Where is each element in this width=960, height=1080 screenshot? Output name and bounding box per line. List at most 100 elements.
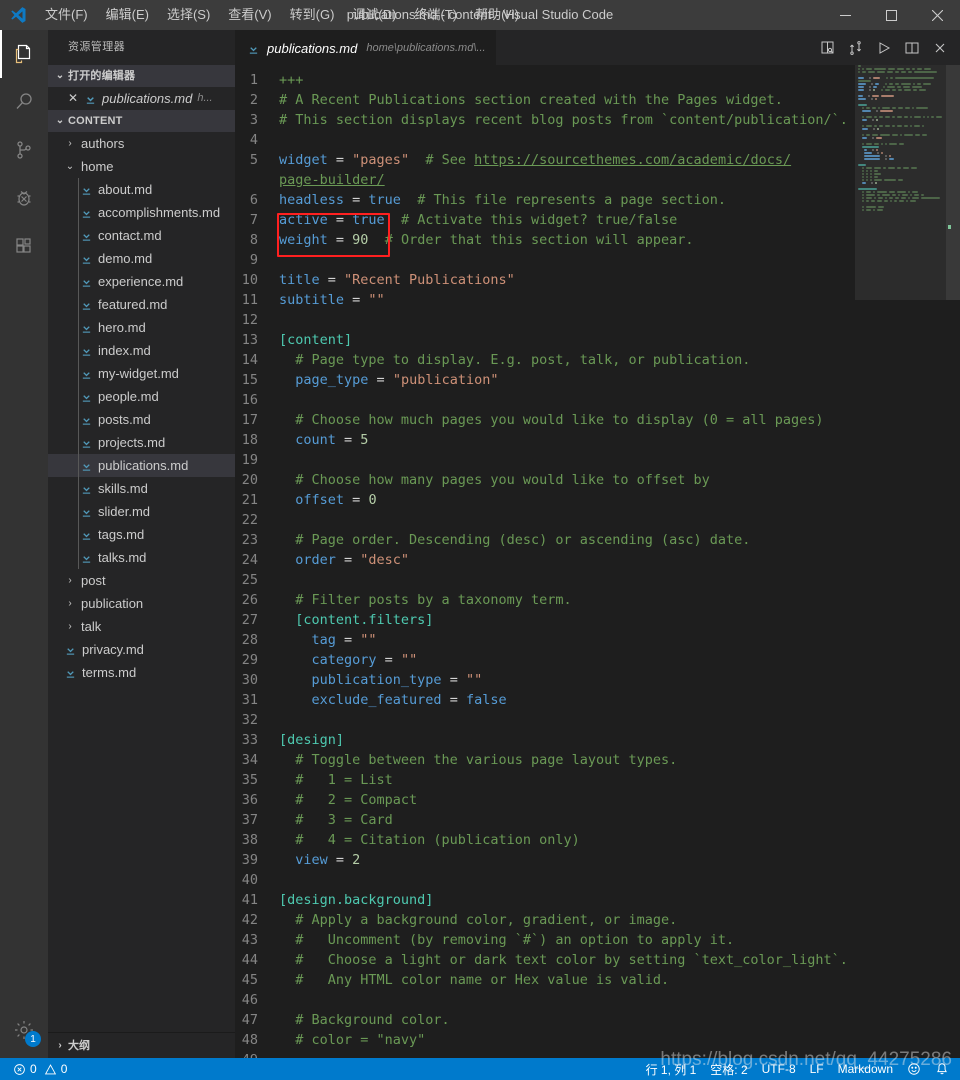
tree-folder-talk[interactable]: › talk xyxy=(48,615,235,638)
minimap-slider[interactable] xyxy=(855,65,946,300)
code-line[interactable]: 48 # color = "navy" xyxy=(235,1030,960,1050)
code-line[interactable]: 27 [content.filters] xyxy=(235,610,960,630)
code-line[interactable]: 18 count = 5 xyxy=(235,430,960,450)
tree-file-demo.md[interactable]: demo.md xyxy=(48,247,235,270)
tree-file-accomplishments.md[interactable]: accomplishments.md xyxy=(48,201,235,224)
code-line[interactable]: 32 xyxy=(235,710,960,730)
code-line[interactable]: 6 headless = true # This file represents … xyxy=(235,190,960,210)
status-eol[interactable]: LF xyxy=(803,1058,831,1080)
code-line[interactable]: 47 # Background color. xyxy=(235,1010,960,1030)
open-editor-publications[interactable]: ✕ publications.md h... xyxy=(48,87,235,110)
activity-search[interactable] xyxy=(0,78,48,126)
menu-selection[interactable]: 选择(S) xyxy=(158,0,219,30)
tree-folder-publication[interactable]: › publication xyxy=(48,592,235,615)
open-changes-button[interactable] xyxy=(842,34,870,62)
code-line[interactable]: 49 xyxy=(235,1050,960,1058)
code-line[interactable]: 24 order = "desc" xyxy=(235,550,960,570)
code-line[interactable]: 44 # Choose a light or dark text color b… xyxy=(235,950,960,970)
maximize-button[interactable] xyxy=(868,0,914,30)
menu-view[interactable]: 查看(V) xyxy=(219,0,280,30)
scrollbar-thumb[interactable] xyxy=(946,65,960,300)
code-line[interactable]: 15 page_type = "publication" xyxy=(235,370,960,390)
tree-file-my-widget.md[interactable]: my-widget.md xyxy=(48,362,235,385)
code-line[interactable]: 7 active = true # Activate this widget? t… xyxy=(235,210,960,230)
code-line[interactable]: 3 # This section displays recent blog pos… xyxy=(235,110,960,130)
split-editor-button[interactable] xyxy=(898,34,926,62)
status-notifications[interactable] xyxy=(928,1058,956,1080)
code-line[interactable]: 33 [design] xyxy=(235,730,960,750)
tree-file-experience.md[interactable]: experience.md xyxy=(48,270,235,293)
tree-file-publications.md[interactable]: publications.md xyxy=(48,454,235,477)
tree-file-talks.md[interactable]: talks.md xyxy=(48,546,235,569)
tree-file-tags.md[interactable]: tags.md xyxy=(48,523,235,546)
code-line[interactable]: 22 xyxy=(235,510,960,530)
tree-file-hero.md[interactable]: hero.md xyxy=(48,316,235,339)
tree-file-about.md[interactable]: about.md xyxy=(48,178,235,201)
menu-file[interactable]: 文件(F) xyxy=(36,7,97,22)
code-line[interactable]: 46 xyxy=(235,990,960,1010)
status-indentation[interactable]: 空格: 2 xyxy=(703,1058,754,1080)
code-line[interactable]: 1 +++ xyxy=(235,70,960,90)
status-encoding[interactable]: UTF-8 xyxy=(755,1058,803,1080)
code-line[interactable]: 28 tag = "" xyxy=(235,630,960,650)
close-icon[interactable]: ✕ xyxy=(64,87,82,110)
code-line[interactable]: 11 subtitle = "" xyxy=(235,290,960,310)
tree-file-privacy.md[interactable]: privacy.md xyxy=(48,638,235,661)
code-line[interactable]: 42 # Apply a background color, gradient,… xyxy=(235,910,960,930)
menu-terminal[interactable]: 终端(T) xyxy=(405,0,466,30)
open-preview-button[interactable] xyxy=(814,34,842,62)
code-line[interactable]: 20 # Choose how many pages you would lik… xyxy=(235,470,960,490)
code-line[interactable]: 41 [design.background] xyxy=(235,890,960,910)
code-line[interactable]: 31 exclude_featured = false xyxy=(235,690,960,710)
minimap[interactable] xyxy=(855,65,946,1058)
menu-goto[interactable]: 转到(G) xyxy=(281,0,344,30)
menu-debug[interactable]: 调试(D) xyxy=(343,0,405,30)
code-line[interactable]: 8 weight = 90 # Order that this section w… xyxy=(235,230,960,250)
code-line[interactable]: 13 [content] xyxy=(235,330,960,350)
activity-settings[interactable]: 1 xyxy=(0,1006,48,1054)
code-line[interactable]: page-builder/ xyxy=(235,170,960,190)
status-language-mode[interactable]: Markdown xyxy=(831,1058,900,1080)
run-button[interactable] xyxy=(870,34,898,62)
status-problems[interactable]: 0 0 xyxy=(6,1058,74,1080)
menu-help[interactable]: 帮助(H) xyxy=(466,0,528,30)
code-line[interactable]: 10 title = "Recent Publications" xyxy=(235,270,960,290)
section-content[interactable]: ⌄ CONTENT xyxy=(48,110,235,132)
section-open-editors[interactable]: ⌄ 打开的编辑器 xyxy=(48,65,235,87)
activity-source-control[interactable] xyxy=(0,126,48,174)
code-line[interactable]: 37 # 3 = Card xyxy=(235,810,960,830)
code-line[interactable]: 40 xyxy=(235,870,960,890)
code-line[interactable]: 35 # 1 = List xyxy=(235,770,960,790)
tree-file-slider.md[interactable]: slider.md xyxy=(48,500,235,523)
tree-file-contact.md[interactable]: contact.md xyxy=(48,224,235,247)
tree-file-terms.md[interactable]: terms.md xyxy=(48,661,235,684)
editor-scrollbar[interactable] xyxy=(946,65,960,1058)
minimize-button[interactable] xyxy=(822,0,868,30)
tree-file-index.md[interactable]: index.md xyxy=(48,339,235,362)
code-line[interactable]: 12 xyxy=(235,310,960,330)
code-line[interactable]: 14 # Page type to display. E.g. post, ta… xyxy=(235,350,960,370)
tree-file-projects.md[interactable]: projects.md xyxy=(48,431,235,454)
activity-debug[interactable] xyxy=(0,174,48,222)
code-line[interactable]: 17 # Choose how much pages you would lik… xyxy=(235,410,960,430)
code-line[interactable]: 23 # Page order. Descending (desc) or as… xyxy=(235,530,960,550)
status-cursor-position[interactable]: 行 1, 列 1 xyxy=(639,1058,704,1080)
code-line[interactable]: 36 # 2 = Compact xyxy=(235,790,960,810)
code-lines[interactable]: 1 +++ 2 # A Recent Publications section cre… xyxy=(235,65,960,1058)
status-feedback[interactable] xyxy=(900,1058,928,1080)
code-line[interactable]: 30 publication_type = "" xyxy=(235,670,960,690)
code-editor[interactable]: 1 +++ 2 # A Recent Publications section cre… xyxy=(235,65,960,1058)
code-line[interactable]: 26 # Filter posts by a taxonomy term. xyxy=(235,590,960,610)
close-editor-button[interactable] xyxy=(926,34,954,62)
code-line[interactable]: 2 # A Recent Publications section created… xyxy=(235,90,960,110)
tree-file-skills.md[interactable]: skills.md xyxy=(48,477,235,500)
activity-explorer[interactable] xyxy=(0,30,48,78)
code-line[interactable]: 25 xyxy=(235,570,960,590)
tree-folder-post[interactable]: › post xyxy=(48,569,235,592)
code-line[interactable]: 43 # Uncomment (by removing `#`) an opti… xyxy=(235,930,960,950)
activity-extensions[interactable] xyxy=(0,222,48,270)
tree-file-posts.md[interactable]: posts.md xyxy=(48,408,235,431)
tree-folder-authors[interactable]: › authors xyxy=(48,132,235,155)
tab-publications-md[interactable]: publications.md home\publications.md\... xyxy=(235,30,496,65)
code-line[interactable]: 19 xyxy=(235,450,960,470)
